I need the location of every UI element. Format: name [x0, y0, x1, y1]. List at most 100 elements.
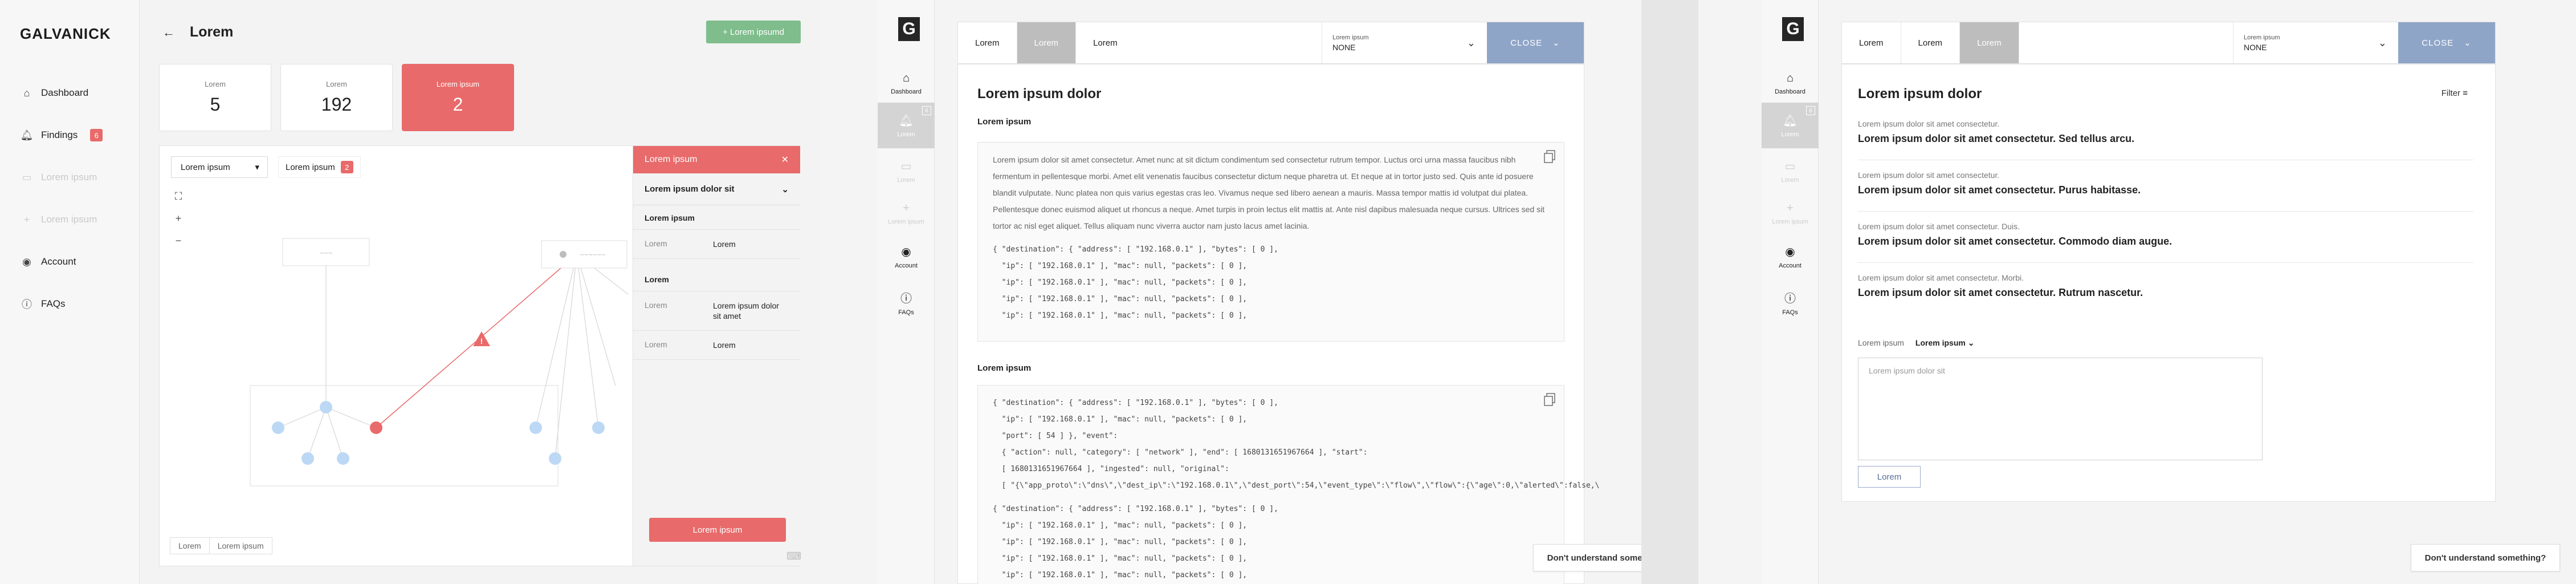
nav-item-4[interactable]: + Lorem ipsum: [878, 190, 935, 236]
item-title: Lorem ipsum dolor sit amet consectetur. …: [1858, 184, 2141, 196]
nav-dashboard[interactable]: ⌂ Dashboard: [878, 60, 935, 106]
nav-label: Dashboard: [41, 87, 89, 98]
nav-label: Account: [895, 262, 918, 269]
dropdown-label: Lorem ipsum: [1332, 34, 1369, 41]
plus-icon: +: [1787, 201, 1794, 214]
stat-card[interactable]: Lorem 192: [280, 64, 393, 131]
nav-label: Account: [1779, 262, 1801, 269]
nav-faqs[interactable]: ⓘ FAQs: [878, 279, 935, 325]
list-item[interactable]: Lorem ipsum dolor sit amet consectetur. L…: [1858, 119, 2473, 160]
nav-faqs[interactable]: ⓘ FAQs: [21, 283, 134, 325]
chat-icon[interactable]: ⌨: [786, 550, 801, 562]
tab-1[interactable]: Lorem: [1842, 22, 1901, 63]
nav-account[interactable]: ◉ Account: [1762, 234, 1819, 279]
row-value: Lorem: [713, 240, 736, 249]
list-panel: Lorem ipsum dolor Filter ≡ Lorem ipsum d…: [1841, 64, 2496, 502]
filter-select[interactable]: Lorem ipsum ▾: [171, 156, 268, 178]
chevron-down-icon: ⌄: [1552, 38, 1560, 48]
stat-label: Lorem: [326, 80, 347, 88]
filter-button[interactable]: Filter ≡: [2442, 88, 2468, 98]
detail-panel: Lorem ipsum dolor Lorem ipsum Lorem ipsu…: [957, 64, 1599, 584]
status-dropdown[interactable]: Lorem ipsum NONE ⌄: [1322, 22, 1487, 63]
copy-icon[interactable]: [1543, 392, 1557, 407]
filter-chip[interactable]: Lorem ipsum 2: [278, 156, 361, 178]
field-select[interactable]: Lorem ipsum ⌄: [1915, 338, 1975, 348]
nav-label: FAQs: [41, 298, 66, 309]
nav-account[interactable]: ◉ Account: [21, 241, 134, 283]
network-graph[interactable]: ! ~~~ ~~~~~~: [160, 146, 633, 566]
panel-title: Lorem ipsum dolor: [977, 86, 1102, 102]
nav-label: Lorem: [897, 176, 915, 184]
nav-item-3[interactable]: ▭ Lorem: [1762, 148, 1819, 194]
home-icon: ⌂: [1786, 71, 1794, 84]
node[interactable]: [320, 401, 332, 413]
drawer-accordion[interactable]: Lorem ipsum dolor sit ⌄: [633, 173, 800, 205]
warning-mark: !: [480, 336, 483, 346]
nav-item-4[interactable]: + Lorem ipsum: [1762, 190, 1819, 236]
comment-textarea[interactable]: Lorem ipsum dolor sit: [1858, 358, 2263, 460]
list-item[interactable]: Lorem ipsum dolor sit amet consectetur. …: [1858, 222, 2473, 263]
node-label: ~~~: [320, 249, 333, 257]
zoom-in-button[interactable]: +: [176, 213, 182, 225]
account-icon: ◉: [1785, 245, 1795, 258]
nav-faqs[interactable]: ⓘ FAQs: [1762, 279, 1819, 325]
row-key: Lorem: [645, 301, 667, 310]
nav-label: Lorem: [897, 131, 915, 138]
tab-1[interactable]: Lorem: [958, 22, 1017, 63]
json-code: { "destination": { "address": [ "192.168…: [993, 505, 1278, 579]
compact-sidebar: G ⌂ Dashboard 6 🔔︎ Lorem ▭ Lorem + Lorem ipsu…: [1762, 0, 1819, 584]
home-icon: ⌂: [23, 87, 30, 99]
close-button[interactable]: CLOSE ⌄: [1487, 22, 1584, 63]
nav-findings[interactable]: 🔔︎ Findings 6: [21, 114, 134, 156]
nav-label: Lorem: [1781, 131, 1799, 138]
tab-2[interactable]: Lorem: [1901, 22, 1960, 63]
node[interactable]: [549, 452, 561, 465]
details-drawer: Lorem ipsum ✕ Lorem ipsum dolor sit ⌄ Lore…: [633, 146, 800, 566]
account-icon: ◉: [22, 256, 31, 267]
nav-item-3[interactable]: ▭ Lorem ipsum: [21, 156, 134, 198]
list-item[interactable]: Lorem ipsum dolor sit amet consectetur. L…: [1858, 171, 2473, 212]
help-button[interactable]: Don't understand something?: [1533, 544, 1641, 571]
tab-3[interactable]: Lorem: [1076, 22, 1322, 63]
nav-lorem-active[interactable]: 6 🔔︎ Lorem: [1762, 103, 1819, 148]
list-item[interactable]: Lorem ipsum dolor sit amet consectetur. …: [1858, 273, 2473, 314]
nav-item-3[interactable]: ▭ Lorem: [878, 148, 935, 194]
nav-account[interactable]: ◉ Account: [878, 234, 935, 279]
detail-screen: G ⌂ Dashboard 6 🔔︎ Lorem ▭ Lorem + Lorem ipsu…: [821, 0, 1641, 584]
alert-node[interactable]: [370, 421, 382, 434]
field-label: Lorem ipsum: [1858, 338, 1904, 347]
status-dropdown[interactable]: Lorem ipsum NONE ⌄: [2233, 22, 2398, 63]
nav-label: Findings: [41, 129, 78, 140]
stat-card[interactable]: Lorem 5: [159, 64, 271, 131]
tab-3-active[interactable]: Lorem: [1960, 22, 2019, 63]
back-arrow-icon[interactable]: ←: [162, 25, 175, 40]
drawer-action-button[interactable]: Lorem ipsum: [649, 518, 786, 542]
close-button[interactable]: CLOSE ⌄: [2398, 22, 2495, 63]
json-code: { "destination": { "address": [ "192.168…: [993, 245, 1278, 320]
nav-label: Lorem ipsum: [1772, 218, 1808, 225]
fullscreen-icon[interactable]: ⛶: [175, 190, 182, 202]
tab-2-active[interactable]: Lorem: [1017, 22, 1077, 63]
help-button[interactable]: Don't understand something?: [2411, 544, 2560, 571]
node[interactable]: [337, 452, 349, 465]
node[interactable]: [529, 421, 542, 434]
node[interactable]: [592, 421, 605, 434]
add-button[interactable]: + Lorem ipsumd: [706, 21, 801, 43]
field-row: Lorem ipsum Lorem ipsum ⌄: [1858, 338, 1974, 348]
nav-dashboard[interactable]: ⌂ Dashboard: [21, 72, 134, 114]
drawer-row: Lorem Lorem: [633, 230, 800, 259]
node[interactable]: [272, 421, 284, 434]
chevron-down-icon: ⌄: [1466, 37, 1476, 48]
close-icon[interactable]: ✕: [781, 154, 789, 165]
stat-card-alert[interactable]: Lorem ipsum 2: [402, 64, 514, 131]
submit-button[interactable]: Lorem: [1858, 466, 1921, 488]
section-title: Lorem ipsum: [977, 117, 1032, 127]
copy-icon[interactable]: [1543, 149, 1557, 164]
dropdown-value: NONE: [1332, 42, 1356, 52]
nav-item-4[interactable]: + Lorem ipsum: [21, 198, 134, 241]
nav-lorem-active[interactable]: 6 🔔︎ Lorem: [878, 103, 935, 148]
legend-item: Lorem: [178, 541, 201, 550]
zoom-out-button[interactable]: −: [176, 235, 182, 247]
node[interactable]: [301, 452, 314, 465]
nav-dashboard[interactable]: ⌂ Dashboard: [1762, 60, 1819, 106]
